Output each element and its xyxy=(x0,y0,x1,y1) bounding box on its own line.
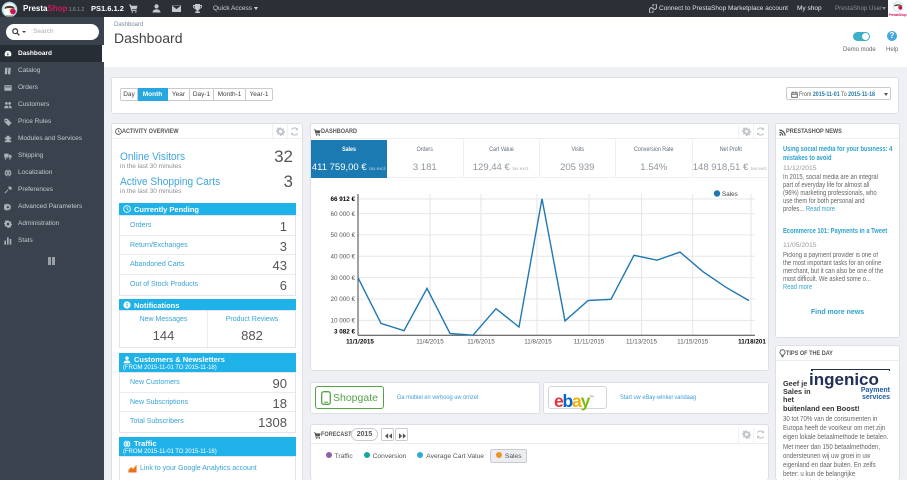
svg-text:66 912 €: 66 912 € xyxy=(330,196,355,203)
svg-text:11/18/201: 11/18/201 xyxy=(738,339,766,346)
svg-text:3 082 €: 3 082 € xyxy=(334,329,356,336)
svg-text:30 000 €: 30 000 € xyxy=(330,275,355,282)
svg-text:20 000 €: 20 000 € xyxy=(330,296,355,303)
svg-text:11/6/2015: 11/6/2015 xyxy=(467,339,495,346)
svg-text:50 000 €: 50 000 € xyxy=(330,232,355,239)
svg-text:Sales: Sales xyxy=(722,191,738,198)
svg-text:11/15/2015: 11/15/2015 xyxy=(677,339,709,346)
svg-text:11/8/2015: 11/8/2015 xyxy=(524,339,552,346)
svg-text:11/4/2015: 11/4/2015 xyxy=(416,339,444,346)
svg-text:11/13/2015: 11/13/2015 xyxy=(626,339,658,346)
svg-text:60 000 €: 60 000 € xyxy=(330,211,355,218)
svg-text:40 000 €: 40 000 € xyxy=(330,254,355,261)
svg-text:10 000 €: 10 000 € xyxy=(330,318,355,325)
svg-text:11/11/2015: 11/11/2015 xyxy=(574,339,605,346)
svg-text:11/1/2015: 11/1/2015 xyxy=(346,339,374,346)
